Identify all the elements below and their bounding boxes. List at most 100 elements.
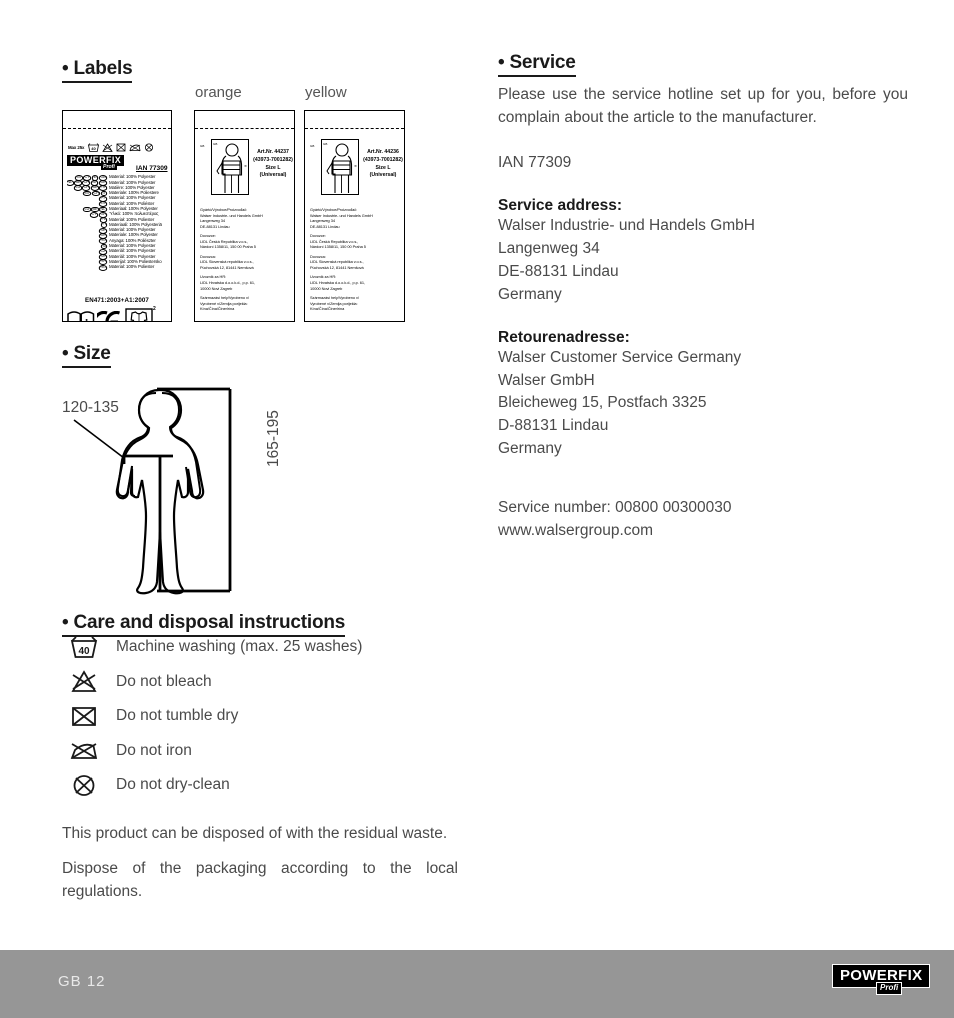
do-not-dry-clean-icon bbox=[73, 774, 95, 796]
article-number: Art.Nr. 44237 bbox=[257, 149, 289, 155]
document-page: • Labels orange yellow Max 25x 40 POWERF… bbox=[0, 0, 954, 1018]
label-materials-list: GBIECYMT Material: 100% Polyester DEATCHBE… bbox=[67, 174, 169, 271]
body-silhouette-icon bbox=[73, 387, 232, 595]
service-intro-text: Please use the service hotline set up fo… bbox=[498, 86, 908, 126]
material-text: Material: 100% Poliester bbox=[109, 264, 155, 270]
service-address-title: Service address: bbox=[498, 196, 623, 214]
footer-sub-brand-name: Profi bbox=[876, 982, 903, 995]
person-vest-pictogram-icon bbox=[216, 143, 243, 193]
service-address-line-1: Langenweg 34 bbox=[498, 239, 600, 257]
machine-wash-40-icon: 40 bbox=[88, 143, 100, 152]
svg-text:40: 40 bbox=[92, 146, 97, 151]
size-diagram: 120-135 165-195 bbox=[62, 372, 362, 597]
article-size: Size L bbox=[375, 164, 391, 171]
label-standard-text: EN471:2003+A1:2007 bbox=[85, 297, 149, 304]
do-not-iron-icon bbox=[129, 144, 141, 152]
service-address-line-0: Walser Industrie- und Handels GmbH bbox=[498, 216, 755, 234]
origin-line-1: Kína/Čína/Činerlrína bbox=[310, 306, 345, 312]
bullet-glyph: • bbox=[498, 52, 505, 73]
pictogram-mark-left: GB bbox=[200, 144, 205, 148]
service-address-line-2: DE-88131 Lindau bbox=[498, 262, 619, 280]
do-not-bleach-icon bbox=[102, 143, 114, 152]
return-address-line-4: Germany bbox=[498, 440, 562, 458]
care-instruction-text: Do not dry-clean bbox=[116, 776, 230, 794]
disposal-note-packaging: Dispose of the packaging according to th… bbox=[62, 860, 458, 901]
service-address-line-3: Germany bbox=[498, 285, 562, 303]
person-vest-pictogram-icon bbox=[326, 143, 353, 193]
label-fold-line bbox=[63, 128, 171, 129]
labels-heading-text: Labels bbox=[73, 58, 133, 79]
pictogram-mark-left: GB bbox=[310, 144, 315, 148]
label-care-icons-row: Max 25x 40 bbox=[68, 143, 154, 152]
labels-illustration-group: orange yellow Max 25x 40 POWERFIX Profi … bbox=[62, 84, 472, 334]
article-size-note: (Universal) bbox=[369, 172, 397, 179]
care-icon-cell bbox=[62, 773, 106, 798]
label-orange-pictogram-box: GB GB III bbox=[200, 139, 249, 195]
vest-class-top: 2 bbox=[153, 306, 156, 312]
label-card-materials: Max 25x 40 POWERFIX Profi IAN 77309 GBIE… bbox=[62, 110, 172, 322]
label-orange-article-info: Art.Nr. 44237 (43973-7001282) Size L (Un… bbox=[251, 149, 294, 180]
care-instruction-text: Do not bleach bbox=[116, 672, 212, 690]
article-number: Art.Nr. 44236 bbox=[367, 149, 399, 155]
care-instruction-text: Do not tumble dry bbox=[116, 707, 239, 725]
label-yellow-article-info: Art.Nr. 44236 (43973-7001282) Size L (Un… bbox=[361, 149, 404, 180]
service-section-heading: • Service bbox=[498, 52, 908, 77]
care-icon-cell: 40 bbox=[62, 635, 106, 660]
do-not-tumble-dry-icon bbox=[116, 143, 126, 152]
bullet-glyph: • bbox=[62, 58, 69, 79]
care-instruction-text: Do not iron bbox=[116, 741, 192, 759]
article-size-note: (Universal) bbox=[259, 172, 287, 179]
size-section-heading: • Size bbox=[62, 343, 111, 368]
label-caption-yellow: yellow bbox=[305, 84, 347, 101]
page-footer: GB 12 POWERFIX Profi bbox=[0, 950, 954, 1018]
label-card-orange: GB GB III Art.Nr. 44237 (43973-7001282) … bbox=[194, 110, 295, 322]
service-phone-number: Service number: 00800 00300030 bbox=[498, 499, 732, 517]
do-not-dry-clean-icon bbox=[145, 143, 154, 152]
care-instruction-row: Do not tumble dry bbox=[62, 699, 482, 734]
label-profi-badge: Profi bbox=[101, 163, 117, 171]
label-card-yellow: GB GB III Art.Nr. 44236 (43973-7001282) … bbox=[304, 110, 405, 322]
max-washes-text: Max 25x bbox=[68, 145, 85, 150]
vest-class-pictogram: 2 2 bbox=[125, 306, 156, 321]
return-address-line-1: Walser GmbH bbox=[498, 371, 595, 389]
labels-section-heading: • Labels bbox=[62, 58, 133, 83]
care-instruction-row: Do not iron bbox=[62, 734, 482, 769]
footer-powerfix-logo: POWERFIX Profi bbox=[832, 964, 931, 998]
label-yellow-pictogram-box: GB GB III bbox=[310, 139, 359, 195]
care-icon-cell bbox=[62, 738, 106, 763]
ce-mark-icon bbox=[97, 311, 121, 321]
material-country-flags: RO bbox=[98, 264, 108, 271]
article-size: Size L bbox=[265, 164, 281, 171]
service-heading-text: Service bbox=[509, 52, 576, 73]
care-instruction-text: Machine washing (max. 25 washes) bbox=[116, 638, 363, 656]
care-instruction-row: 40 Machine washing (max. 25 washes) bbox=[62, 630, 482, 665]
read-instructions-icon: i bbox=[67, 311, 95, 321]
care-icon-cell bbox=[62, 704, 106, 729]
do-not-tumble-dry-icon bbox=[72, 706, 96, 726]
machine-wash-40-icon: 40 bbox=[70, 636, 98, 658]
footer-page-number: GB 12 bbox=[58, 973, 106, 990]
bullet-glyph: • bbox=[62, 343, 69, 364]
label-caption-orange: orange bbox=[195, 84, 242, 101]
do-not-iron-icon bbox=[70, 743, 98, 760]
care-icon-cell bbox=[62, 669, 106, 694]
label-orange-address-block: Gyártó/Výrobce/Proizvođač: Walser Indust… bbox=[200, 207, 294, 312]
return-address-line-0: Walser Customer Service Germany bbox=[498, 348, 742, 366]
service-website: www.walsergroup.com bbox=[498, 522, 654, 540]
origin-line-1: Kína/Čína/Činerlrína bbox=[200, 306, 235, 312]
article-code: (43973-7001282) bbox=[253, 156, 293, 163]
return-address-title: Retourenadresse: bbox=[498, 328, 630, 346]
label-fold-line bbox=[195, 128, 294, 129]
do-not-bleach-icon bbox=[71, 670, 97, 693]
label-fold-line bbox=[305, 128, 404, 129]
material-row: RO Material: 100% Poliester bbox=[67, 264, 169, 271]
care-instructions-list: 40 Machine washing (max. 25 washes) Do not… bbox=[62, 630, 482, 803]
label-ian-number: IAN 77309 bbox=[136, 165, 168, 172]
return-address-line-2: Bleicheweg 15, Postfach 3325 bbox=[498, 394, 707, 412]
svg-text:40: 40 bbox=[78, 646, 90, 657]
disposal-note-residual-waste: This product can be disposed of with the… bbox=[62, 825, 448, 842]
size-heading-text: Size bbox=[73, 343, 111, 364]
service-column: • Service Please use the service hotline … bbox=[498, 52, 908, 543]
label-certification-row: i 2 2 bbox=[67, 306, 169, 321]
return-address-line-3: D-88131 Lindau bbox=[498, 417, 609, 435]
